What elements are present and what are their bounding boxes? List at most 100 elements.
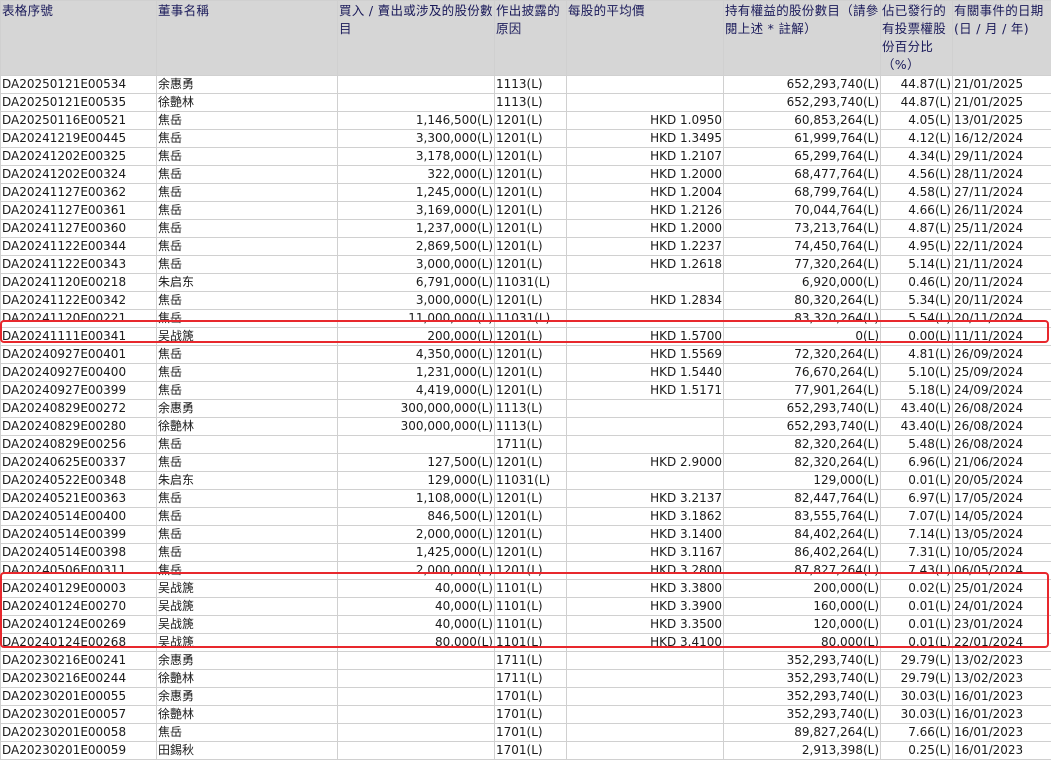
shares-held: 652,293,740(L) [724, 94, 881, 112]
average-price [567, 310, 724, 328]
form-serial-link[interactable]: DA20241122E00342 [1, 292, 157, 310]
form-serial-link[interactable]: DA20241111E00341 [1, 328, 157, 346]
director-name: 焦岳 [157, 544, 338, 562]
director-name: 焦岳 [157, 310, 338, 328]
event-date: 11/11/2024 [953, 328, 1051, 346]
shares-held: 652,293,740(L) [724, 418, 881, 436]
form-serial-link[interactable]: DA20240124E00269 [1, 616, 157, 634]
average-price: HKD 1.2237 [567, 238, 724, 256]
table-row: DA20241122E00343焦岳3,000,000(L)1201(L)HKD… [1, 256, 1051, 274]
form-serial-link[interactable]: DA20241127E00360 [1, 220, 157, 238]
form-serial-link[interactable]: DA20240124E00270 [1, 598, 157, 616]
event-date: 22/11/2024 [953, 238, 1051, 256]
form-serial-link[interactable]: DA20240829E00280 [1, 418, 157, 436]
shares-held: 352,293,740(L) [724, 688, 881, 706]
form-serial-link[interactable]: DA20240514E00398 [1, 544, 157, 562]
shares-held: 65,299,764(L) [724, 148, 881, 166]
table-row: DA20240514E00400焦岳846,500(L)1201(L)HKD 3… [1, 508, 1051, 526]
shares-involved: 129,000(L) [338, 472, 495, 490]
event-date: 22/01/2024 [953, 634, 1051, 652]
shares-involved: 846,500(L) [338, 508, 495, 526]
average-price: HKD 1.2107 [567, 148, 724, 166]
form-serial-link[interactable]: DA20240522E00348 [1, 472, 157, 490]
form-serial-link[interactable]: DA20230216E00241 [1, 652, 157, 670]
reason-code: 1113(L) [495, 94, 567, 112]
shares-involved [338, 652, 495, 670]
form-serial-link[interactable]: DA20230201E00055 [1, 688, 157, 706]
table-row: DA20241202E00325焦岳3,178,000(L)1201(L)HKD… [1, 148, 1051, 166]
form-serial-link[interactable]: DA20240506E00311 [1, 562, 157, 580]
form-serial-link[interactable]: DA20240829E00272 [1, 400, 157, 418]
form-serial-link[interactable]: DA20241122E00344 [1, 238, 157, 256]
percentage: 29.79(L) [881, 670, 953, 688]
form-serial-link[interactable]: DA20240927E00400 [1, 364, 157, 382]
shares-held: 0(L) [724, 328, 881, 346]
form-serial-link[interactable]: DA20240927E00401 [1, 346, 157, 364]
shares-involved [338, 742, 495, 760]
director-name: 吴战篪 [157, 634, 338, 652]
event-date: 24/01/2024 [953, 598, 1051, 616]
form-serial-link[interactable]: DA20241120E00221 [1, 310, 157, 328]
director-name: 朱启东 [157, 472, 338, 490]
form-serial-link[interactable]: DA20250116E00521 [1, 112, 157, 130]
table-row: DA20240514E00399焦岳2,000,000(L)1201(L)HKD… [1, 526, 1051, 544]
average-price: HKD 1.5700 [567, 328, 724, 346]
form-serial-link[interactable]: DA20241127E00361 [1, 202, 157, 220]
reason-code: 1201(L) [495, 454, 567, 472]
shares-held: 68,477,764(L) [724, 166, 881, 184]
form-serial-link[interactable]: DA20241202E00324 [1, 166, 157, 184]
event-date: 17/05/2024 [953, 490, 1051, 508]
director-name: 焦岳 [157, 490, 338, 508]
form-serial-link[interactable]: DA20240514E00399 [1, 526, 157, 544]
percentage: 0.02(L) [881, 580, 953, 598]
form-serial-link[interactable]: DA20230216E00244 [1, 670, 157, 688]
reason-code: 1201(L) [495, 166, 567, 184]
form-serial-link[interactable]: DA20240625E00337 [1, 454, 157, 472]
percentage: 4.12(L) [881, 130, 953, 148]
form-serial-link[interactable]: DA20240521E00363 [1, 490, 157, 508]
event-date: 16/01/2023 [953, 688, 1051, 706]
disclosure-table: 表格序號 董事名稱 買入 / 賣出或涉及的股份數目 作出披露的原因 每股的平均價… [0, 0, 1051, 760]
director-name: 焦岳 [157, 346, 338, 364]
shares-held: 77,901,264(L) [724, 382, 881, 400]
event-date: 20/05/2024 [953, 472, 1051, 490]
reason-code: 11031(L) [495, 472, 567, 490]
reason-code: 1201(L) [495, 346, 567, 364]
director-name: 徐艷林 [157, 94, 338, 112]
event-date: 26/08/2024 [953, 400, 1051, 418]
form-serial-link[interactable]: DA20241127E00362 [1, 184, 157, 202]
average-price [567, 670, 724, 688]
event-date: 20/11/2024 [953, 310, 1051, 328]
form-serial-link[interactable]: DA20250121E00534 [1, 76, 157, 94]
average-price: HKD 3.3800 [567, 580, 724, 598]
average-price [567, 400, 724, 418]
reason-code: 1201(L) [495, 238, 567, 256]
director-name: 焦岳 [157, 526, 338, 544]
form-serial-link[interactable]: DA20230201E00059 [1, 742, 157, 760]
form-serial-link[interactable]: DA20230201E00057 [1, 706, 157, 724]
form-serial-link[interactable]: DA20240129E00003 [1, 580, 157, 598]
shares-involved [338, 688, 495, 706]
table-row: DA20241122E00342焦岳3,000,000(L)1201(L)HKD… [1, 292, 1051, 310]
form-serial-link[interactable]: DA20241202E00325 [1, 148, 157, 166]
form-serial-link[interactable]: DA20240927E00399 [1, 382, 157, 400]
form-serial-link[interactable]: DA20241122E00343 [1, 256, 157, 274]
reason-code: 1113(L) [495, 418, 567, 436]
shares-involved: 3,000,000(L) [338, 292, 495, 310]
percentage: 5.14(L) [881, 256, 953, 274]
average-price [567, 724, 724, 742]
form-serial-link[interactable]: DA20250121E00535 [1, 94, 157, 112]
form-serial-link[interactable]: DA20240514E00400 [1, 508, 157, 526]
shares-held: 80,000(L) [724, 634, 881, 652]
form-serial-link[interactable]: DA20241219E00445 [1, 130, 157, 148]
director-name: 吴战篪 [157, 598, 338, 616]
event-date: 27/11/2024 [953, 184, 1051, 202]
shares-held: 352,293,740(L) [724, 652, 881, 670]
table-row: DA20241127E00360焦岳1,237,000(L)1201(L)HKD… [1, 220, 1051, 238]
form-serial-link[interactable]: DA20241120E00218 [1, 274, 157, 292]
form-serial-link[interactable]: DA20230201E00058 [1, 724, 157, 742]
form-serial-link[interactable]: DA20240829E00256 [1, 436, 157, 454]
form-serial-link[interactable]: DA20240124E00268 [1, 634, 157, 652]
percentage: 7.14(L) [881, 526, 953, 544]
reason-code: 11031(L) [495, 310, 567, 328]
